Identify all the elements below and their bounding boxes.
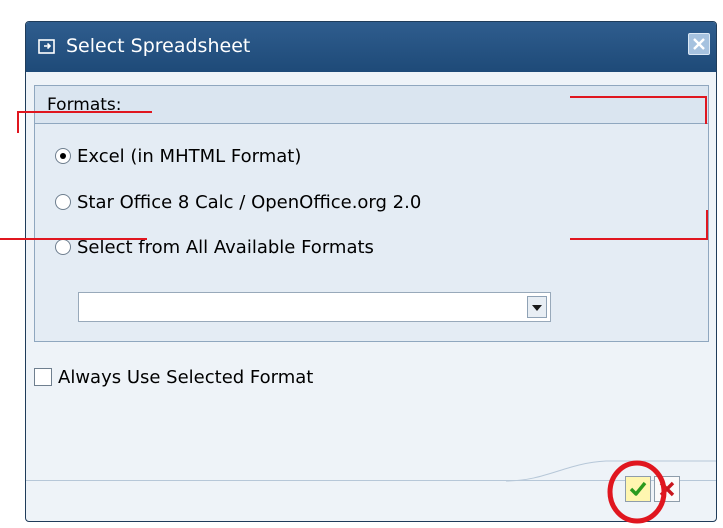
dialog-window-icon xyxy=(38,38,56,56)
radio-all-formats[interactable] xyxy=(55,239,71,255)
close-icon xyxy=(693,38,705,50)
footer-divider xyxy=(26,480,716,481)
option-label: Star Office 8 Calc / OpenOffice.org 2.0 xyxy=(77,192,422,213)
checkmark-icon xyxy=(629,481,647,496)
radio-excel-mhtml[interactable] xyxy=(55,148,71,164)
chevron-down-icon[interactable] xyxy=(527,296,547,318)
option-label: Select from All Available Formats xyxy=(77,237,374,258)
cancel-button[interactable] xyxy=(654,476,680,502)
cancel-x-icon xyxy=(659,481,675,497)
always-use-label: Always Use Selected Format xyxy=(58,367,314,388)
option-label: Excel (in MHTML Format) xyxy=(77,146,302,167)
formats-group-header: Formats: xyxy=(35,86,708,124)
formats-title: Formats: xyxy=(47,95,122,115)
ok-button[interactable] xyxy=(625,476,651,502)
close-button[interactable] xyxy=(688,33,710,55)
dialog-title: Select Spreadsheet xyxy=(66,35,251,57)
formats-group: Formats: Excel (in MHTML Format) Star Of… xyxy=(34,85,709,342)
select-spreadsheet-dialog: Select Spreadsheet Formats: Excel (in MH… xyxy=(25,21,717,522)
always-use-checkbox[interactable] xyxy=(34,368,52,386)
title-bar: Select Spreadsheet xyxy=(26,22,716,72)
format-dropdown[interactable] xyxy=(78,292,551,322)
radio-star-office[interactable] xyxy=(55,194,71,210)
